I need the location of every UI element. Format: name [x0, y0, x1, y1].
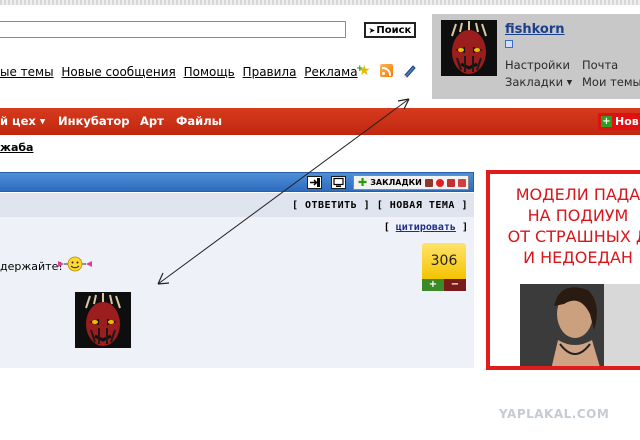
smiley-icon [58, 256, 92, 272]
toplink-new-topics[interactable]: ые темы [0, 65, 54, 79]
toplink-new-messages[interactable]: Новые сообщения [61, 65, 175, 79]
bookmark-service-icon[interactable] [435, 178, 444, 187]
online-status-icon [505, 40, 513, 48]
toplink-help[interactable]: Помощь [184, 65, 235, 79]
rating-minus-button[interactable]: − [444, 279, 466, 291]
nav-item-incubator[interactable]: Инкубатор [58, 114, 129, 128]
toplink-ads[interactable]: Реклама [304, 65, 357, 79]
breadcrumb[interactable]: жаба [0, 141, 33, 154]
ad-photo [520, 284, 640, 366]
search-button[interactable]: ➤ Поиск [364, 22, 416, 38]
toplink-rules[interactable]: Правила [243, 65, 297, 79]
ad-text: МОДЕЛИ ПАДА НА ПОДИУМ ОТ СТРАШНЫХ Д И НЕ… [507, 185, 640, 267]
post-text: держайте! [0, 260, 63, 273]
plus-icon: + [601, 116, 612, 127]
user-link-my-topics[interactable]: Мои темы [582, 75, 640, 89]
post-header: ✚ ЗАКЛАДКИ [0, 172, 474, 192]
post-area: [ ОТВЕТИТЬ ] [ НОВАЯ ТЕМА ] [ цитировать… [0, 193, 474, 368]
nav-item-art[interactable]: Арт [140, 114, 164, 128]
plus-icon: ✚ [358, 176, 368, 189]
rating-widget: 306 + − [422, 243, 466, 291]
quote-link[interactable]: [ цитировать ] [384, 222, 468, 233]
bookmark-service-icon[interactable] [457, 178, 466, 187]
bookmark-service-icon[interactable] [424, 178, 433, 187]
reply-new-topic-links[interactable]: [ ОТВЕТИТЬ ] [ НОВАЯ ТЕМА ] [292, 200, 468, 211]
avatar[interactable] [441, 20, 497, 76]
nav-bar: й цех ▼ Инкубатор Арт Файлы [0, 108, 640, 135]
search-input[interactable] [0, 21, 346, 38]
ad-banner[interactable]: МОДЕЛИ ПАДА НА ПОДИУМ ОТ СТРАШНЫХ Д И НЕ… [486, 170, 640, 370]
nav-item-files[interactable]: Файлы [176, 114, 222, 128]
bookmarks-button[interactable]: ✚ ЗАКЛАДКИ [353, 175, 469, 190]
search-button-label: Поиск [376, 24, 412, 36]
post-action-row: [ ОТВЕТИТЬ ] [ НОВАЯ ТЕМА ] [0, 193, 474, 217]
pencil-icon[interactable] [402, 62, 418, 78]
watermark: YAPLAKAL.COM [499, 407, 610, 421]
new-topic-label: Нов [615, 115, 639, 128]
user-link-mail[interactable]: Почта [582, 58, 618, 72]
arrow-right-icon: ➤ [368, 25, 376, 35]
user-link-settings[interactable]: Настройки [505, 58, 570, 72]
top-strip [0, 0, 640, 5]
user-link-bookmarks[interactable]: Закладки ▼ [505, 75, 572, 89]
rating-value: 306 [422, 243, 466, 279]
bookmark-service-icon[interactable] [446, 178, 455, 187]
chevron-down-icon: ▼ [566, 78, 573, 87]
chevron-down-icon: ▼ [39, 117, 46, 126]
monitor-icon[interactable] [331, 176, 346, 189]
user-panel: fishkorn Настройки Почта Закладки ▼ Мои … [432, 14, 640, 99]
login-icon[interactable] [307, 176, 322, 189]
username-link[interactable]: fishkorn [505, 22, 565, 37]
nav-item-workshop[interactable]: й цех ▼ [0, 114, 45, 128]
bookmarks-label: ЗАКЛАДКИ [370, 178, 422, 187]
new-topic-button[interactable]: + Нов [598, 113, 640, 130]
rating-plus-button[interactable]: + [422, 279, 444, 291]
rss-icon[interactable] [380, 64, 393, 77]
top-links: ые темы Новые сообщения Помощь Правила Р… [0, 65, 362, 79]
post-image [75, 292, 131, 348]
star-add-icon[interactable]: + [356, 64, 372, 78]
